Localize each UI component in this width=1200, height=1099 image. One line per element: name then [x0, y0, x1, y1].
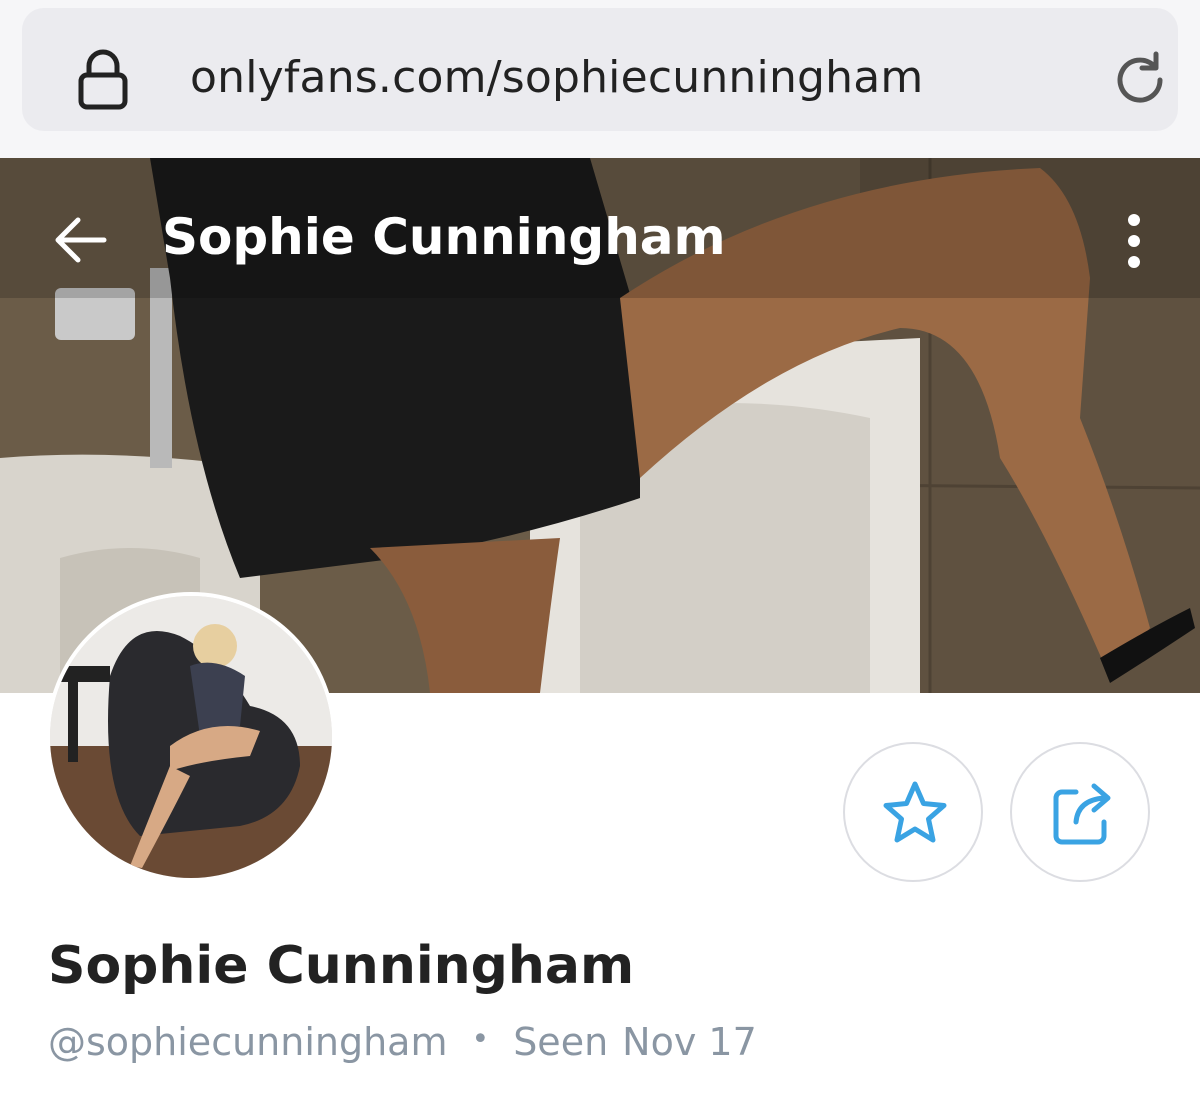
- star-icon: [883, 781, 947, 843]
- avatar-photo: [50, 596, 332, 878]
- profile-name: Sophie Cunningham: [48, 936, 635, 996]
- separator-dot: •: [471, 1022, 490, 1057]
- avatar[interactable]: [46, 592, 336, 882]
- url-text[interactable]: onlyfans.com/sophiecunningham: [190, 48, 923, 108]
- seen-date: Nov 17: [622, 1020, 757, 1064]
- browser-toolbar: onlyfans.com/sophiecunningham: [0, 0, 1200, 158]
- profile-handle[interactable]: @sophiecunningham: [48, 1020, 447, 1064]
- cover-title: Sophie Cunningham: [162, 208, 726, 266]
- arrow-left-icon[interactable]: [52, 212, 108, 268]
- favorite-button[interactable]: [843, 742, 983, 882]
- address-bar[interactable]: onlyfans.com/sophiecunningham: [22, 8, 1178, 131]
- reload-icon[interactable]: [1108, 48, 1172, 112]
- share-icon: [1053, 783, 1111, 845]
- share-button[interactable]: [1010, 742, 1150, 882]
- more-vertical-icon[interactable]: [1118, 212, 1150, 270]
- profile-meta: @sophiecunningham • Seen Nov 17: [48, 1014, 757, 1074]
- lock-icon: [78, 49, 128, 110]
- seen-label: Seen: [513, 1020, 609, 1064]
